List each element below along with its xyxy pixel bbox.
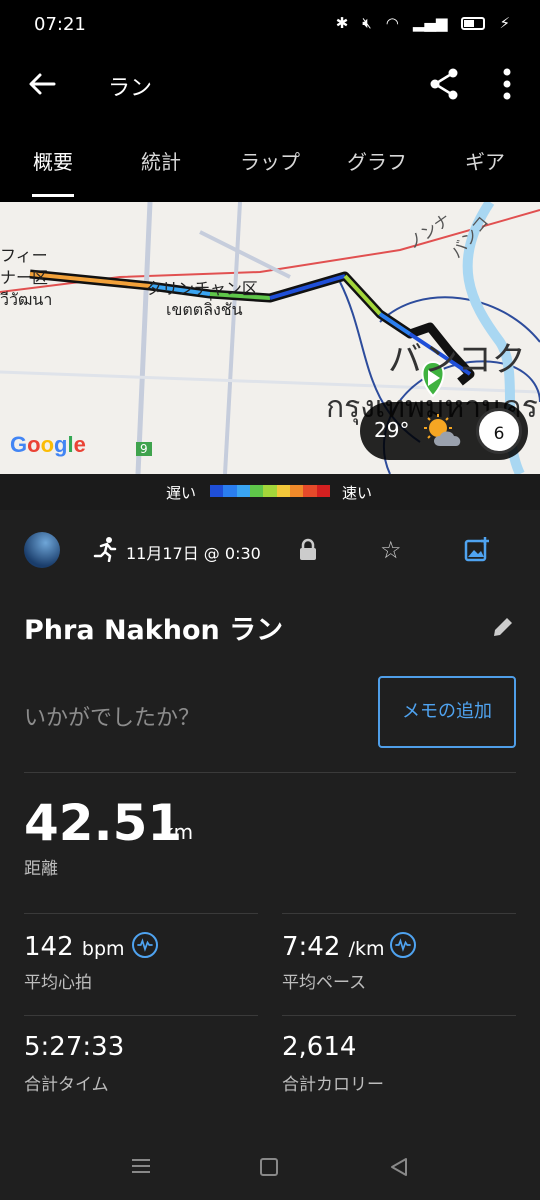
pace-value: 7:42 /km: [282, 932, 385, 962]
distance-unit: km: [162, 820, 194, 844]
tab-gear[interactable]: ギア: [465, 146, 505, 175]
pace-label: 平均ペース: [282, 973, 367, 993]
status-bar: 07:21 ✱ 🔇︎ ◠ ▂▄▆ ⚡︎: [0, 0, 540, 52]
heart-rate-unit: bpm: [81, 938, 125, 960]
legend-color-segment: [276, 485, 290, 497]
divider: [24, 1015, 258, 1016]
weather-temp: 29°: [374, 418, 410, 442]
map-label-district-2: ナー区: [0, 268, 49, 287]
total-time-value: 5:27:33: [24, 1032, 125, 1062]
legend-color-segment: [289, 485, 304, 497]
signal-icon: ▂▄▆: [412, 14, 448, 32]
battery-icon: [461, 16, 486, 30]
back-arrow-icon[interactable]: [22, 64, 62, 104]
home-icon[interactable]: [260, 1158, 278, 1176]
active-tab-indicator: [32, 194, 74, 197]
route-map[interactable]: フィー ナー区 วีวัฒนา タリンチャン区 เขตตลิ่งชัน バンコク…: [0, 202, 540, 474]
total-calories-value: 2,614: [282, 1032, 357, 1062]
heart-rate-value: 142 bpm: [24, 932, 125, 962]
tab-graphs[interactable]: グラフ: [347, 146, 407, 175]
map-label-district-1: フィー: [0, 246, 48, 265]
tab-overview[interactable]: 概要: [33, 146, 73, 175]
status-icons: ✱ 🔇︎ ◠ ▂▄▆ ⚡︎: [336, 14, 510, 32]
legend-color-segment: [263, 485, 277, 497]
google-logo: Google: [10, 432, 86, 457]
bluetooth-icon: ✱: [335, 14, 349, 32]
map-label-taling-chan-thai: เขตตลิ่งชัน: [166, 300, 243, 319]
distance-value: 42.51: [24, 794, 183, 852]
heart-rate-number: 142: [24, 932, 74, 962]
legend-color-segment: [303, 485, 317, 497]
legend-slow-label: 遅い: [166, 484, 197, 502]
system-nav-bar: [0, 1134, 540, 1200]
legend-color-bar: [210, 485, 330, 497]
map-label-district-3: วีวัฒนา: [0, 290, 53, 309]
recent-apps-icon[interactable]: [130, 1158, 152, 1174]
favorite-star-icon[interactable]: ☆: [380, 536, 402, 564]
more-options-icon[interactable]: [492, 64, 522, 104]
legend-color-segment: [249, 485, 264, 497]
uv-index: 6: [476, 408, 522, 454]
edit-pencil-icon[interactable]: [490, 614, 516, 640]
divider: [282, 1015, 516, 1016]
share-icon[interactable]: [424, 64, 464, 104]
mute-icon: 🔇︎: [362, 14, 372, 32]
pace-zone-icon[interactable]: [390, 932, 416, 958]
weather-badge: 29° 6: [360, 402, 528, 460]
tab-bar: 概要 統計 ラップ グラフ ギア: [0, 128, 540, 198]
status-time: 07:21: [34, 14, 86, 35]
tab-laps[interactable]: ラップ: [240, 146, 300, 175]
running-icon: [93, 537, 117, 562]
heart-rate-label: 平均心拍: [24, 973, 92, 993]
pace-legend: 遅い 速い: [0, 474, 540, 510]
total-calories-label: 合計カロリー: [282, 1075, 384, 1095]
pace-number: 7:42: [282, 932, 341, 962]
lock-icon[interactable]: [298, 538, 318, 562]
wifi-icon: ◠: [385, 14, 399, 32]
divider: [24, 913, 258, 914]
legend-fast-label: 速い: [342, 484, 373, 502]
add-photo-icon[interactable]: [464, 536, 490, 562]
partly-cloudy-icon: [424, 414, 461, 446]
divider: [282, 913, 516, 914]
legend-color-segment: [316, 485, 330, 497]
legend-color-segment: [236, 485, 250, 497]
app-bar: ラン: [0, 52, 540, 116]
tab-stats[interactable]: 統計: [141, 146, 181, 175]
nav-back-icon[interactable]: [388, 1156, 410, 1178]
activity-summary: 11月17日 @ 0:30 ☆ Phra Nakhon ラン いかがでしたか？ …: [0, 510, 540, 1134]
charging-icon: ⚡︎: [499, 14, 510, 32]
activity-date: 11月17日 @ 0:30: [126, 544, 261, 563]
heart-rate-zone-icon[interactable]: [132, 932, 158, 958]
total-time-label: 合計タイム: [24, 1075, 109, 1095]
distance-label: 距離: [24, 859, 58, 879]
divider: [24, 772, 516, 773]
map-label-taling-chan: タリンチャン区: [146, 279, 258, 298]
legend-color-segment: [210, 485, 224, 497]
feeling-prompt: いかがでしたか？: [24, 706, 201, 731]
avatar[interactable]: [24, 532, 60, 568]
legend-color-segment: [223, 485, 237, 497]
map-label-bangkok: バンコク: [388, 340, 526, 380]
add-memo-button[interactable]: メモの追加: [378, 676, 516, 748]
pace-unit: /km: [348, 938, 385, 960]
route-sign: 9: [136, 442, 152, 456]
activity-name: Phra Nakhon ラン: [24, 615, 284, 646]
page-title: ラン: [108, 76, 153, 101]
